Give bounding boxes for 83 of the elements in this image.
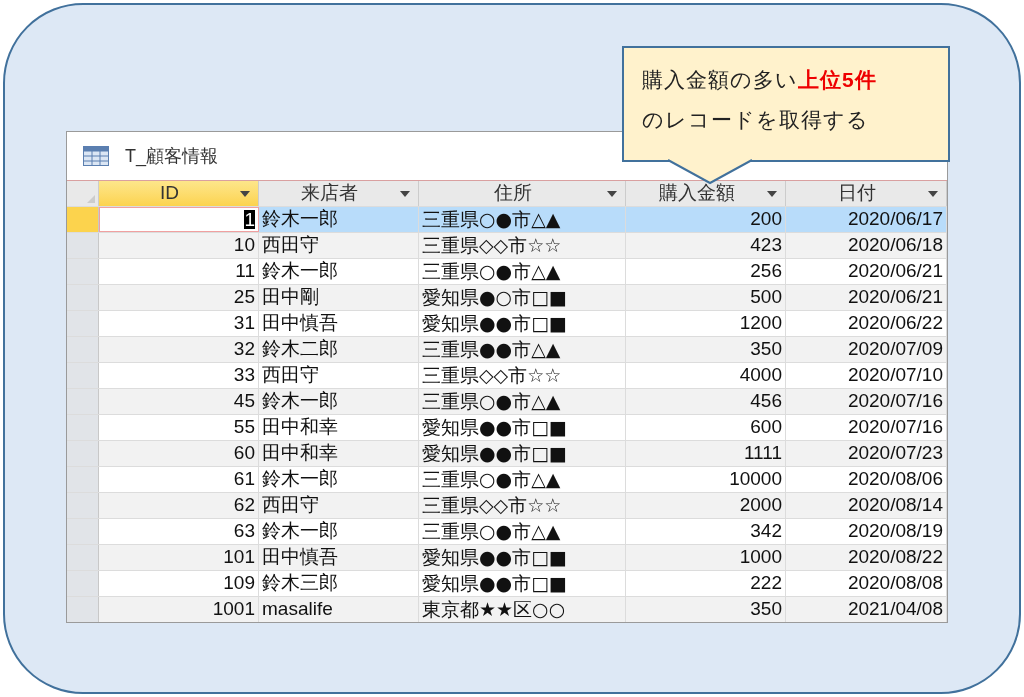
table-cell: 10 xyxy=(99,233,259,258)
table-cell: 2020/06/17 xyxy=(786,207,947,232)
table-cell: 鈴木二郎 xyxy=(259,337,419,362)
row-selector[interactable] xyxy=(67,207,99,232)
row-selector[interactable] xyxy=(67,467,99,492)
table-cell: 三重県○●市△▲ xyxy=(419,207,626,232)
table-cell: 愛知県●●市□■ xyxy=(419,415,626,440)
row-selector[interactable] xyxy=(67,571,99,596)
table-cell: 456 xyxy=(626,389,786,414)
table-cell: 愛知県●●市□■ xyxy=(419,441,626,466)
table-cell: 2000 xyxy=(626,493,786,518)
table-cell: 200 xyxy=(626,207,786,232)
row-selector[interactable] xyxy=(67,363,99,388)
row-selector[interactable] xyxy=(67,285,99,310)
table-cell: 三重県●●市△▲ xyxy=(419,337,626,362)
table-cell: 鈴木三郎 xyxy=(259,571,419,596)
table-cell: 2020/06/21 xyxy=(786,285,947,310)
table-cell: 45 xyxy=(99,389,259,414)
table-cell: masalife xyxy=(259,597,419,622)
table-cell: 三重県○●市△▲ xyxy=(419,389,626,414)
table-cell: 三重県◇◇市☆☆ xyxy=(419,233,626,258)
window-title: T_顧客情報 xyxy=(125,144,218,169)
table-cell: 三重県○●市△▲ xyxy=(419,519,626,544)
dropdown-caret-icon[interactable] xyxy=(240,190,250,197)
table-cell: 鈴木一郎 xyxy=(259,519,419,544)
table-icon xyxy=(83,146,109,166)
table-cell: 2020/07/09 xyxy=(786,337,947,362)
table-cell: 三重県◇◇市☆☆ xyxy=(419,493,626,518)
row-selector[interactable] xyxy=(67,337,99,362)
row-selector[interactable] xyxy=(67,493,99,518)
table-cell: 2020/08/22 xyxy=(786,545,947,570)
table-cell: 西田守 xyxy=(259,363,419,388)
table-cell: 1111 xyxy=(626,441,786,466)
table-cell: 鈴木一郎 xyxy=(259,467,419,492)
table-cell: 愛知県●●市□■ xyxy=(419,571,626,596)
table-cell: 愛知県●●市□■ xyxy=(419,545,626,570)
table-cell: 25 xyxy=(99,285,259,310)
table-cell: 三重県◇◇市☆☆ xyxy=(419,363,626,388)
row-selector[interactable] xyxy=(67,441,99,466)
table-cell: 田中慎吾 xyxy=(259,545,419,570)
table-cell: 2020/07/16 xyxy=(786,389,947,414)
dropdown-caret-icon[interactable] xyxy=(767,190,777,197)
table-cell: 32 xyxy=(99,337,259,362)
row-selector[interactable] xyxy=(67,597,99,622)
table-cell: 三重県○●市△▲ xyxy=(419,467,626,492)
table-cell: 2020/08/14 xyxy=(786,493,947,518)
row-selector[interactable] xyxy=(67,259,99,284)
row-selector[interactable] xyxy=(67,415,99,440)
table-cell: 鈴木一郎 xyxy=(259,389,419,414)
table-cell: 1000 xyxy=(626,545,786,570)
column-header[interactable]: ID xyxy=(99,181,259,206)
table-cell: 愛知県●○市□■ xyxy=(419,285,626,310)
table-cell: 62 xyxy=(99,493,259,518)
row-selector[interactable] xyxy=(67,311,99,336)
table-cell: 三重県○●市△▲ xyxy=(419,259,626,284)
table-cell: 西田守 xyxy=(259,493,419,518)
table-cell: 350 xyxy=(626,337,786,362)
table-cell: 鈴木一郎 xyxy=(259,259,419,284)
table-cell: 500 xyxy=(626,285,786,310)
table-cell: 鈴木一郎 xyxy=(259,207,419,232)
table-cell: 1001 xyxy=(99,597,259,622)
table-cell: 101 xyxy=(99,545,259,570)
table-cell: 2021/04/08 xyxy=(786,597,947,622)
dropdown-caret-icon[interactable] xyxy=(400,190,410,197)
table-cell: 愛知県●●市□■ xyxy=(419,311,626,336)
table-cell: 60 xyxy=(99,441,259,466)
table-cell: 423 xyxy=(626,233,786,258)
row-selector[interactable] xyxy=(67,545,99,570)
dropdown-caret-icon[interactable] xyxy=(928,190,938,197)
corner-triangle-icon xyxy=(87,195,95,203)
table-cell: 西田守 xyxy=(259,233,419,258)
table-cell: 350 xyxy=(626,597,786,622)
callout-text: 購入金額の多い上位5件 のレコードを取得する xyxy=(642,67,878,133)
table-cell: 東京都★★区○○ xyxy=(419,597,626,622)
table-cell: 2020/07/23 xyxy=(786,441,947,466)
table-cell: 2020/06/18 xyxy=(786,233,947,258)
table-cell: 田中剛 xyxy=(259,285,419,310)
row-selector[interactable] xyxy=(67,389,99,414)
table-cell: 田中和幸 xyxy=(259,441,419,466)
row-selector[interactable] xyxy=(67,519,99,544)
row-selector[interactable] xyxy=(67,233,99,258)
table-cell: 1 xyxy=(99,207,259,232)
dropdown-caret-icon[interactable] xyxy=(607,190,617,197)
